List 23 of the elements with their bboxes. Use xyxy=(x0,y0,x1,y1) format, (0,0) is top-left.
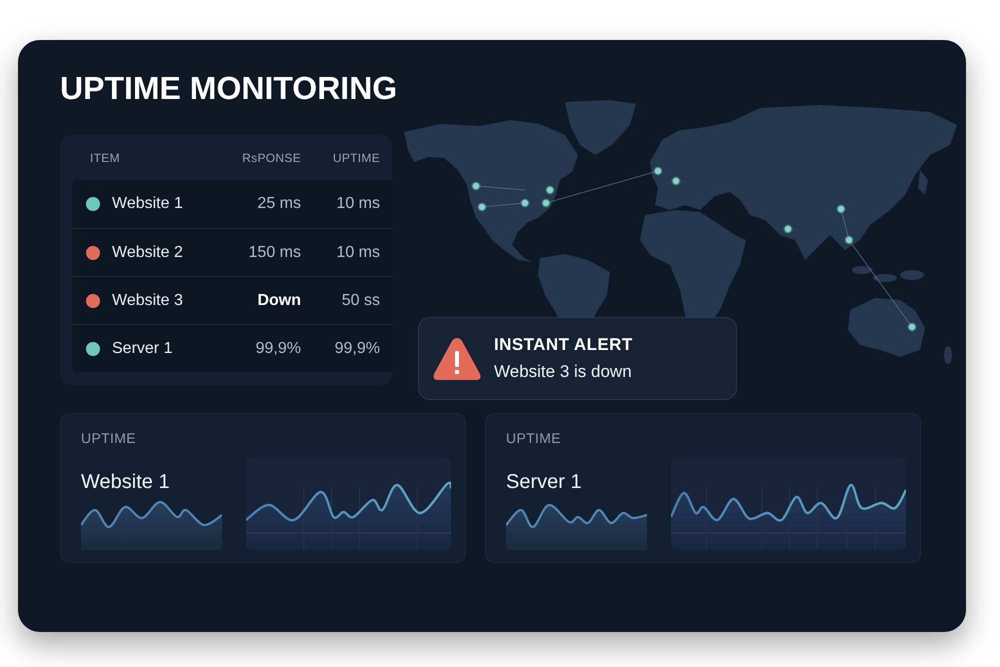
column-header: UPTIME xyxy=(332,150,380,166)
table-cell-text: 10 ms xyxy=(335,242,380,262)
table-cell-text: 99,9% xyxy=(334,338,380,358)
table-cell-text: Server 1 xyxy=(112,338,172,358)
card-title: Website 1 xyxy=(81,470,171,494)
table-cell-text: 25 ms xyxy=(256,194,301,214)
dashboard-title: UPTIME MONITORING xyxy=(60,69,398,108)
table-cell-text: Website 1 xyxy=(112,194,183,214)
card-label: UPTIME xyxy=(81,430,137,446)
table-cell-text: 50 ss xyxy=(340,290,380,310)
card-label: UPTIME xyxy=(506,430,562,446)
warning-icon xyxy=(432,336,482,382)
column-header: ITEM xyxy=(90,150,121,166)
table-cell-text: 150 ms xyxy=(248,242,301,262)
table-cell-text: Website 2 xyxy=(112,242,183,262)
table-cell-text: Down xyxy=(256,290,301,310)
column-header: RsPONSE xyxy=(241,150,301,166)
table-cell-text: 10 ms xyxy=(335,194,380,214)
alert-message: Website 3 is down xyxy=(494,362,633,382)
table-cell-text: Website 3 xyxy=(112,290,183,310)
alert-title: INSTANT ALERT xyxy=(494,335,633,355)
card-title: Server 1 xyxy=(506,470,583,494)
table-cell-text: 99,9% xyxy=(254,338,301,358)
